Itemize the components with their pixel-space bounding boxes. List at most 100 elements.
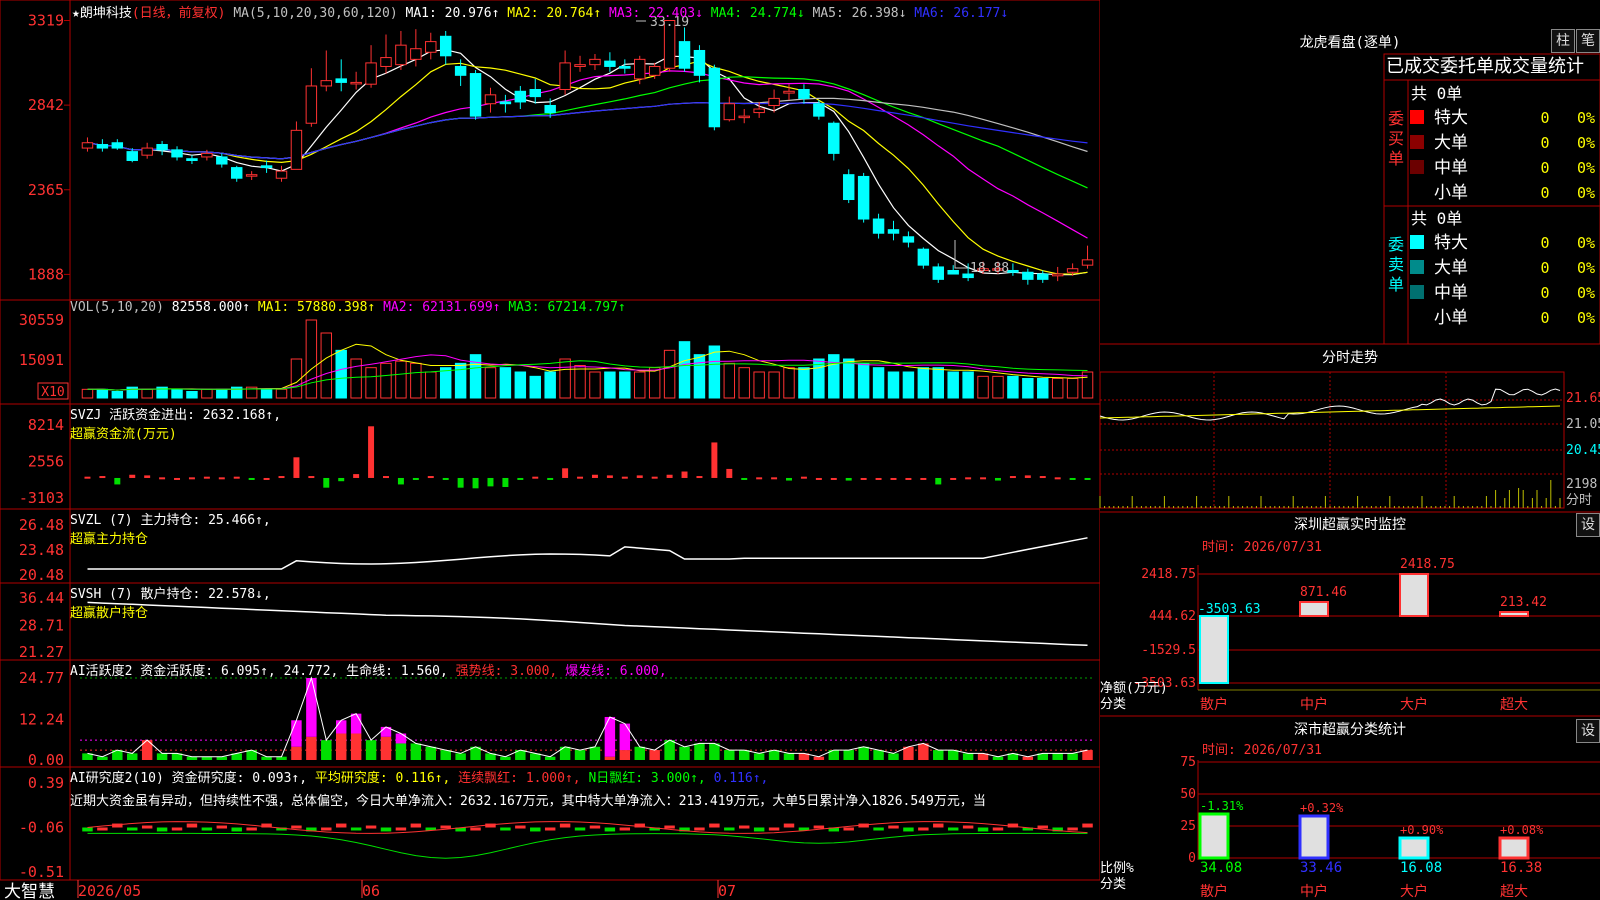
fund-flow-bar: [412, 477, 419, 480]
research-bar: [992, 827, 1004, 831]
fund-flow-bar: [233, 476, 240, 479]
volume-bar: [798, 367, 810, 399]
research-bar: [380, 827, 392, 832]
volume-bar: [723, 362, 736, 399]
fund-flow-bar: [397, 477, 404, 485]
candle-body: [469, 73, 482, 117]
activity-burst-bar: [335, 720, 347, 734]
activity-bar: [1067, 753, 1078, 760]
research-bar: [604, 827, 616, 832]
candle-body: [544, 104, 556, 114]
volume-bar: [320, 332, 333, 399]
sz-ylabel: 净额(万元): [1100, 681, 1168, 696]
sell-row-name: 中单: [1434, 283, 1468, 303]
fund-flow-bar: [771, 477, 778, 480]
research-bar: [783, 823, 795, 828]
research-bar: [753, 827, 765, 832]
fund-flow-bar: [681, 471, 688, 478]
volume-bar: [1007, 375, 1019, 399]
research-bar: [918, 827, 929, 831]
volume-bar: [171, 388, 183, 399]
ai-active-header: AI活跃度2 资金活跃度: 6.095↑, 24.772, 生命线: 1.560…: [70, 660, 667, 679]
fund-flow-bar: [532, 476, 539, 479]
svsh-axis-label: 21.27: [19, 643, 64, 661]
ma-value-4: MA4: 24.774↓: [702, 6, 805, 21]
candle-body: [216, 156, 228, 165]
research-bar: [1067, 827, 1078, 831]
candle-body: [156, 144, 168, 151]
svzj-axis-label: 2556: [28, 452, 64, 470]
sell-row-pct: 0%: [1577, 284, 1595, 302]
fund-flow-bar: [338, 477, 345, 482]
volume-bar: [365, 367, 377, 399]
bar-mode-button[interactable]: 柱: [1551, 29, 1575, 53]
sz-settings-button[interactable]: 设: [1576, 513, 1600, 537]
fund-flow-bar: [935, 477, 942, 485]
volume-bar: [514, 371, 527, 399]
pen-mode-button[interactable]: 笔: [1576, 29, 1600, 53]
svsh-panel-header: SVSH (7) 散户持仓: 22.578↓, 超赢散户持仓: [70, 583, 271, 621]
sell-row-swatch: [1410, 235, 1424, 249]
research-bar: [97, 827, 108, 831]
buy-row-pct: 0%: [1577, 109, 1595, 127]
sm-change: -1.31%: [1200, 799, 1244, 813]
svzj-sub: 超赢资金流(万元): [70, 427, 177, 442]
activity-bar: [574, 750, 586, 760]
ma-line-3: [87, 70, 1088, 239]
sm-value: 16.08: [1400, 860, 1442, 876]
fund-flow-bar: [323, 477, 330, 488]
candle-body: [947, 269, 959, 275]
candle-body: [828, 122, 840, 154]
sm-settings-button[interactable]: 设: [1576, 719, 1600, 743]
dragon-tiger-title: 龙虎看盘(逐单): [1300, 34, 1401, 51]
fund-flow-bar: [800, 476, 807, 479]
active-axis-label: 0.00: [28, 751, 64, 769]
sm-category: 中户: [1300, 883, 1328, 900]
vol-axis-label: 30559: [19, 311, 64, 329]
sm-category: 大户: [1400, 883, 1428, 900]
research-bar: [843, 827, 854, 831]
candle-body: [320, 80, 333, 87]
sm-ylabel-2: 分类: [1100, 877, 1126, 892]
research-bar: [768, 827, 780, 831]
research-bar: [694, 827, 705, 831]
candle-body: [305, 85, 318, 124]
fund-flow-bar: [99, 476, 106, 479]
candle-body: [1007, 269, 1019, 273]
ai-research-avg: 平均研究度: 0.116↑,: [314, 771, 451, 786]
fund-flow-bar: [815, 477, 822, 480]
research-bar: [664, 825, 675, 829]
fund-flow-bar: [1024, 475, 1031, 478]
volume-bar: [529, 375, 541, 399]
volume-bar: [335, 349, 347, 399]
period-label[interactable]: (日线，前复权): [132, 6, 226, 21]
price-axis-label: 2365: [28, 181, 64, 199]
activity-bar: [619, 750, 631, 760]
candle-body: [335, 78, 347, 83]
stock-name[interactable]: ★朗坤科技: [72, 6, 132, 21]
vol-panel-header: VOL(5,10,20) 82558.000↑ MA1: 57880.398↑ …: [70, 300, 626, 315]
volume-bar: [663, 349, 676, 399]
volume-bar: [589, 371, 601, 399]
price-axis-label: 3319: [28, 12, 64, 30]
candle-body: [365, 62, 377, 85]
research-bar: [709, 823, 720, 828]
main-chart-canvas[interactable]: 331928422365188833.1918.883055915091X108…: [0, 0, 1600, 900]
research-bar: [619, 827, 631, 831]
fund-flow-bar: [875, 477, 882, 480]
candle-body: [126, 151, 138, 161]
activity-bar: [440, 750, 451, 760]
volume-bar: [275, 388, 288, 399]
research-bar: [201, 827, 213, 831]
candle-body: [231, 167, 243, 179]
activity-bar: [127, 753, 138, 760]
fund-flow-bar: [293, 457, 300, 478]
research-bar: [559, 823, 571, 828]
candle-body: [186, 158, 198, 161]
sz-ylabel-2: 分类: [1100, 697, 1126, 712]
activity-bar: [888, 753, 899, 760]
sz-bar-3: [1499, 611, 1529, 617]
sm-axis-label: 25: [1180, 819, 1196, 834]
research-bar: [470, 827, 481, 831]
activity-line: [87, 676, 1088, 758]
